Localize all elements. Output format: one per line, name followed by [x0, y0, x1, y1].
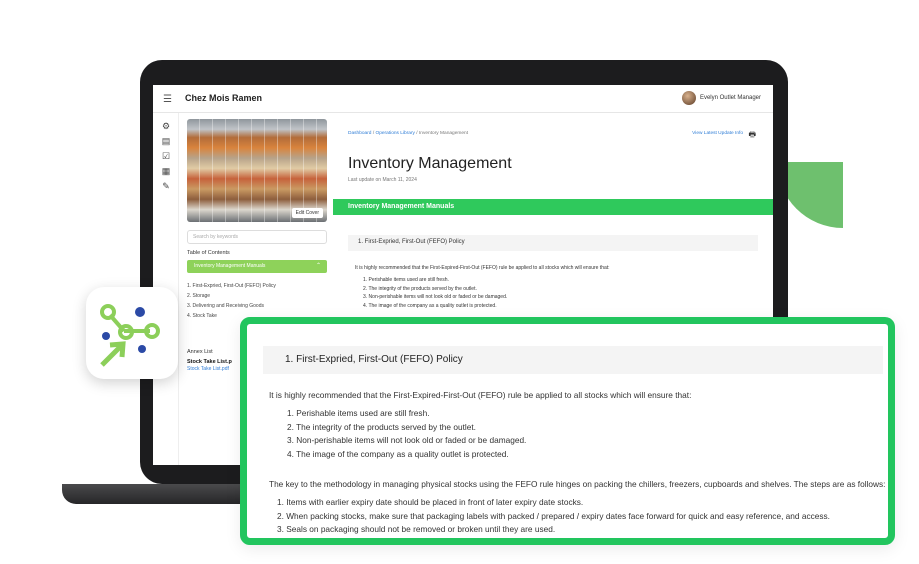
chevron-up-icon: ⌃ [315, 263, 321, 269]
breadcrumb-dashboard[interactable]: Dashboard [348, 131, 371, 136]
toc-item[interactable]: 3. Delivering and Receiving Goods [187, 303, 325, 309]
zoom-methodology: The key to the methodology in managing p… [269, 479, 886, 489]
zoom-policy-points: 1. Perishable items used are still fresh… [287, 408, 526, 462]
list-item: 1. Perishable items used are still fresh… [363, 277, 449, 283]
toc-item[interactable]: 1. First-Expried, First-Out (FEFO) Polic… [187, 283, 325, 289]
toc-active-label: Inventory Management Manuals [194, 263, 266, 269]
app-logo-badge [86, 287, 178, 379]
list-item: 3. Non-perishable items will not look ol… [363, 294, 508, 300]
zoomed-content-card: 1. First-Expried, First-Out (FEFO) Polic… [240, 317, 895, 545]
breadcrumb: Dashboard / Operations Library / Invento… [348, 131, 468, 136]
toc-list: 1. First-Expried, First-Out (FEFO) Polic… [187, 283, 325, 319]
toc-title: Table of Contents [187, 250, 230, 256]
list-item: 4. The image of the company as a quality… [363, 302, 497, 309]
zoom-policy-heading: 1. First-Expried, First-Out (FEFO) Polic… [263, 346, 883, 374]
toc-active-section[interactable]: Inventory Management Manuals ⌃ [187, 260, 327, 273]
policy-heading: 1. First-Expried, First-Out (FEFO) Polic… [348, 235, 758, 251]
edit-cover-button[interactable]: Edit Cover [291, 208, 323, 218]
book-icon[interactable]: ▤ [160, 135, 172, 147]
policy-points: 1. Perishable items used are still fresh… [363, 277, 507, 311]
stage: ☰ Chez Mois Ramen Evelyn Outlet Manager … [0, 0, 919, 564]
list-item: 2. The integrity of the products served … [363, 285, 477, 292]
last-update-date: Last update on March 11, 2024 [348, 177, 417, 183]
list-item: 4. The image of the company as a quality… [287, 448, 509, 459]
list-item: 2. When packing stocks, make sure that p… [277, 510, 830, 521]
top-bar: ☰ Chez Mois Ramen Evelyn Outlet Manager [153, 85, 773, 113]
list-item: 3. Non-perishable items will not look ol… [287, 435, 527, 445]
network-arrow-icon [100, 304, 160, 367]
user-name: Evelyn Outlet Manager [699, 95, 761, 101]
policy-intro: It is highly recommended that the First-… [355, 265, 610, 271]
toc-item[interactable]: 2. Storage [187, 293, 325, 299]
page-title: Inventory Management [348, 155, 512, 172]
print-icon[interactable]: 🖶 [748, 129, 756, 143]
checklist-icon[interactable]: ☑ [160, 150, 172, 162]
gear-icon[interactable]: ⚙ [160, 120, 172, 132]
app-title: Chez Mois Ramen [185, 93, 263, 103]
list-item: 3. Seals on packaging should not be remo… [277, 524, 556, 534]
zoom-steps: 1. Items with earlier expiry date should… [277, 497, 830, 538]
cover-image: Edit Cover [187, 119, 327, 222]
section-header: Inventory Management Manuals [333, 199, 773, 215]
zoom-policy-intro: It is highly recommended that the First-… [269, 390, 692, 400]
list-item: 1. Items with earlier expiry date should… [277, 497, 584, 507]
hamburger-icon[interactable]: ☰ [163, 94, 172, 105]
update-info-link[interactable]: View Latest Update Info [692, 131, 743, 136]
avatar [681, 91, 696, 105]
wrench-icon[interactable]: ✎ [160, 180, 172, 192]
breadcrumb-current: Inventory Management [418, 131, 469, 136]
breadcrumb-operations-library[interactable]: Operations Library [375, 131, 414, 136]
search-input[interactable]: Search by keywords [187, 230, 327, 244]
user-menu[interactable]: Evelyn Outlet Manager [681, 91, 761, 105]
document-icon[interactable]: ▦ [160, 165, 172, 177]
list-item: 1. Perishable items used are still fresh… [287, 408, 430, 418]
list-item: 2. The integrity of the products served … [287, 421, 476, 432]
